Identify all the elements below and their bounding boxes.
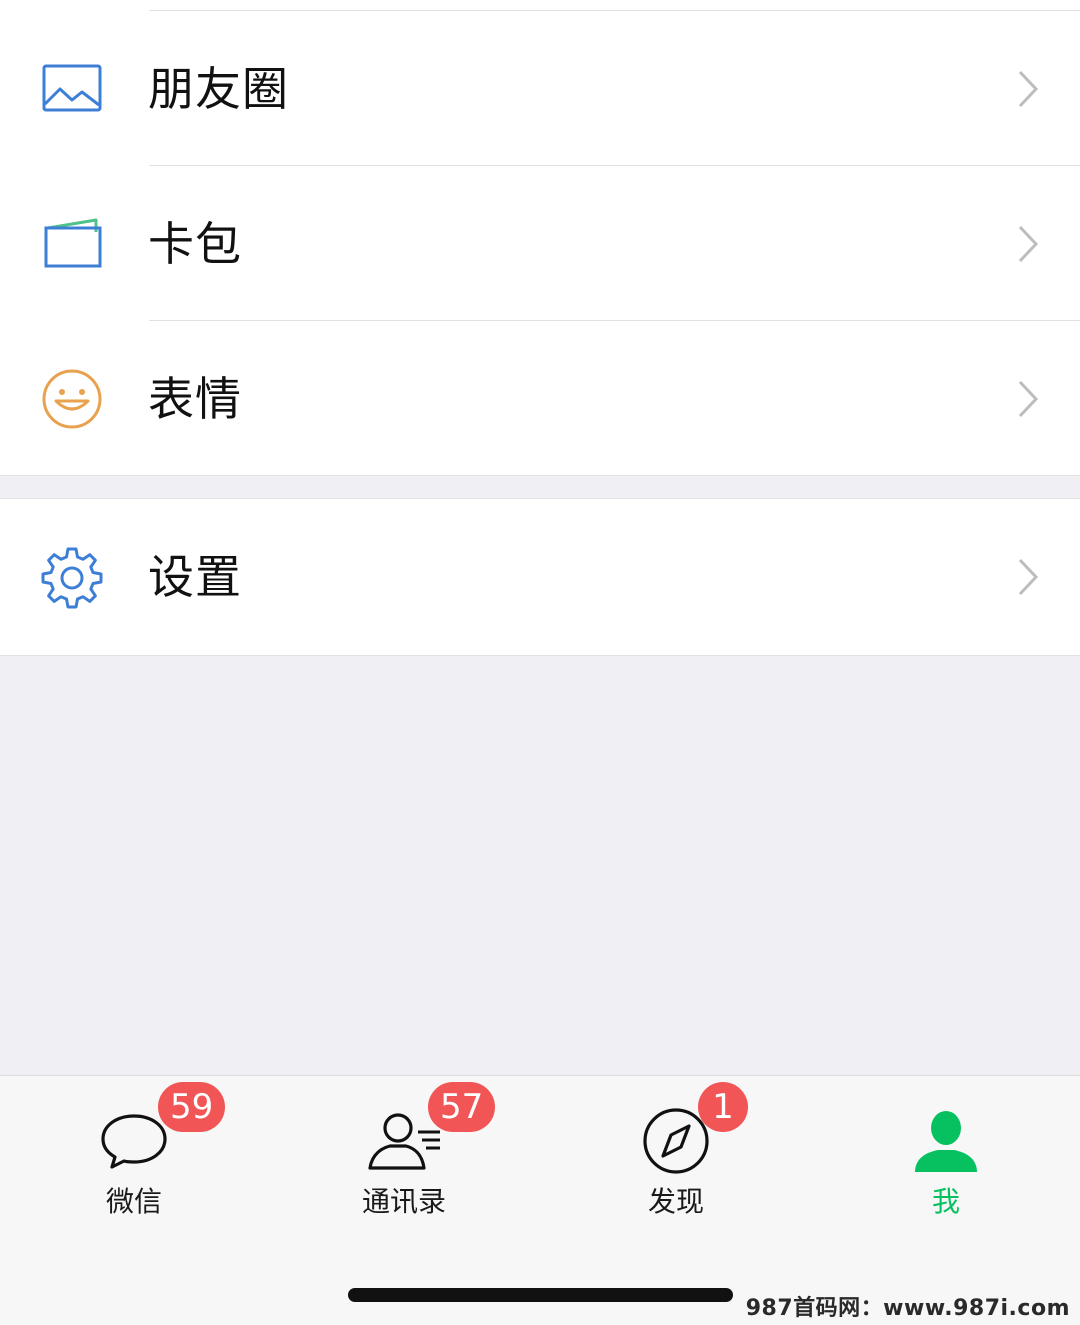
tab-contacts[interactable]: 通讯录 57 (304, 1076, 504, 1246)
unread-badge: 57 (428, 1082, 496, 1132)
tab-label: 发现 (647, 1185, 704, 1218)
chevron-right-icon (1016, 557, 1040, 597)
menu-item-label: 朋友圈 (148, 62, 289, 116)
menu-item-moments[interactable]: 朋友圈 (0, 10, 1080, 165)
watermark: 987首码网：www.987i.com (745, 1296, 1070, 1321)
unread-badge: 1 (698, 1082, 748, 1132)
tab-label: 微信 (105, 1185, 162, 1218)
menu-item-stickers[interactable]: 表情 (0, 320, 1080, 475)
chevron-right-icon (1016, 69, 1040, 109)
divider (149, 10, 1080, 11)
menu-item-label: 卡包 (148, 217, 242, 271)
card-wallet-icon (40, 212, 104, 276)
home-indicator[interactable] (348, 1288, 733, 1302)
menu-item-cards[interactable]: 卡包 (0, 165, 1080, 320)
tab-label: 通讯录 (361, 1185, 446, 1218)
chevron-right-icon (1016, 379, 1040, 419)
tab-discover[interactable]: 发现 1 (576, 1076, 776, 1246)
tab-label: 我 (931, 1185, 960, 1218)
menu-group-settings: 设置 (0, 498, 1080, 656)
tab-me[interactable]: 我 (846, 1076, 1046, 1246)
menu-item-label: 设置 (148, 550, 242, 604)
landscape-picture-icon (40, 57, 104, 121)
gear-icon (40, 545, 104, 609)
person-icon (846, 1106, 1046, 1176)
menu-item-settings[interactable]: 设置 (0, 499, 1080, 654)
smiley-face-icon (40, 367, 104, 431)
tab-chats[interactable]: 微信 59 (34, 1076, 234, 1246)
divider (149, 320, 1080, 321)
menu-item-label: 表情 (148, 372, 242, 426)
menu-group-main: 朋友圈 卡包 表情 (0, 0, 1080, 476)
divider (149, 165, 1080, 166)
chevron-right-icon (1016, 224, 1040, 264)
unread-badge: 59 (158, 1082, 226, 1132)
